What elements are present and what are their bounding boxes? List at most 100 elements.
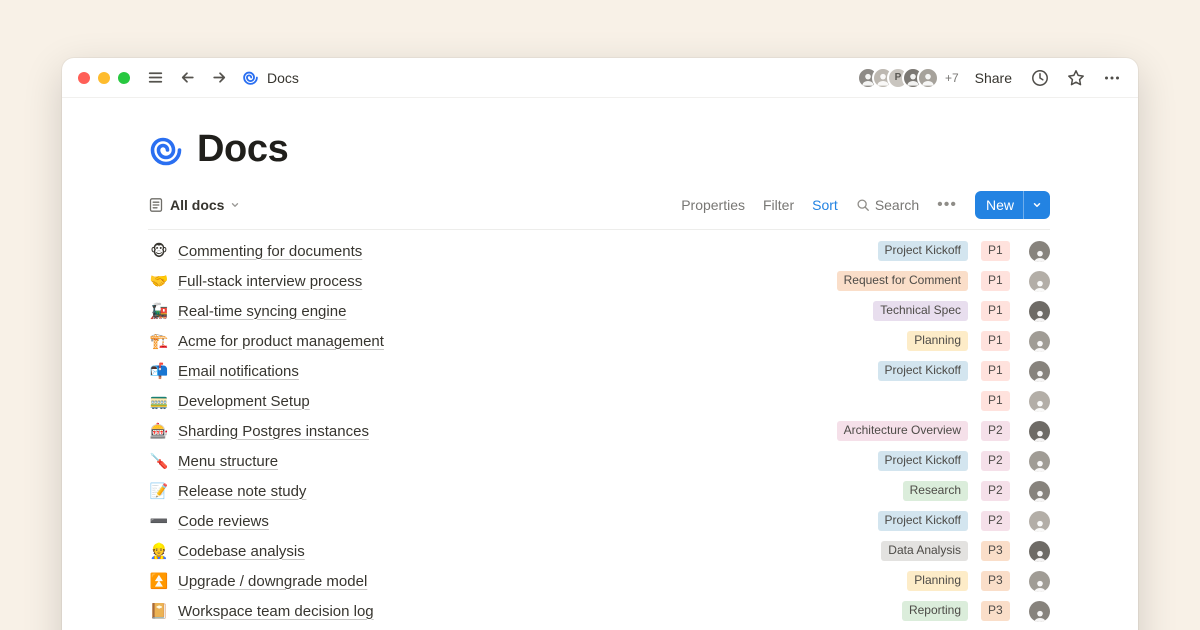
- doc-title[interactable]: Sharding Postgres instances: [178, 423, 369, 440]
- doc-priority-column: P2: [981, 421, 1017, 441]
- doc-emoji-icon: 📬: [148, 364, 170, 379]
- doc-title[interactable]: Real-time syncing engine: [178, 303, 346, 320]
- doc-row[interactable]: 🤝 Full-stack interview process Request f…: [148, 266, 1050, 296]
- doc-priority[interactable]: P3: [981, 601, 1010, 621]
- doc-list-icon: [148, 197, 164, 213]
- doc-avatar-column: [1029, 601, 1050, 622]
- doc-avatar-column: [1029, 571, 1050, 592]
- doc-tag-column: Request for Comment: [837, 271, 968, 291]
- assignee-avatar[interactable]: [1029, 361, 1050, 382]
- doc-priority[interactable]: P1: [981, 241, 1010, 261]
- window-controls: [78, 72, 130, 84]
- doc-priority[interactable]: P1: [981, 361, 1010, 381]
- doc-row[interactable]: 🪛 Menu structure Project Kickoff P2: [148, 446, 1050, 476]
- doc-row[interactable]: ➖ Code reviews Project Kickoff P2: [148, 506, 1050, 536]
- favorite-star-icon[interactable]: [1066, 68, 1086, 88]
- doc-tag[interactable]: Planning: [907, 571, 968, 591]
- user-avatar[interactable]: [917, 67, 939, 89]
- toolbar-menu: Properties Filter Sort Search ••• New: [681, 191, 1050, 219]
- doc-row[interactable]: 🎰 Sharding Postgres instances Architectu…: [148, 416, 1050, 446]
- doc-priority[interactable]: P2: [981, 481, 1010, 501]
- back-icon[interactable]: [178, 69, 196, 87]
- titlebar-avatar-stack[interactable]: P: [857, 67, 939, 89]
- doc-tag[interactable]: Project Kickoff: [878, 451, 968, 471]
- doc-tag[interactable]: Request for Comment: [837, 271, 968, 291]
- doc-emoji-icon: ➖: [148, 514, 170, 529]
- search-button[interactable]: Search: [856, 197, 919, 213]
- assignee-avatar[interactable]: [1029, 271, 1050, 292]
- titlebar-actions: P +7 Share: [857, 67, 1122, 89]
- doc-priority[interactable]: P1: [981, 331, 1010, 351]
- doc-title[interactable]: Commenting for documents: [178, 243, 362, 260]
- doc-priority[interactable]: P1: [981, 271, 1010, 291]
- doc-priority[interactable]: P3: [981, 571, 1010, 591]
- sidebar-menu-icon[interactable]: [146, 69, 164, 87]
- doc-row[interactable]: ⏫ Upgrade / downgrade model Planning P3: [148, 566, 1050, 596]
- assignee-avatar[interactable]: [1029, 571, 1050, 592]
- doc-row[interactable]: 🚃 Development Setup P1: [148, 386, 1050, 416]
- doc-title[interactable]: Full-stack interview process: [178, 273, 362, 290]
- doc-priority-column: P1: [981, 301, 1017, 321]
- toolbar-more-icon[interactable]: •••: [937, 197, 957, 213]
- assignee-avatar[interactable]: [1029, 451, 1050, 472]
- history-clock-icon[interactable]: [1030, 68, 1050, 88]
- doc-title[interactable]: Development Setup: [178, 393, 310, 410]
- doc-title[interactable]: Codebase analysis: [178, 543, 305, 560]
- minimize-window-button[interactable]: [98, 72, 110, 84]
- doc-title[interactable]: Code reviews: [178, 513, 269, 530]
- assignee-avatar[interactable]: [1029, 241, 1050, 262]
- sort-button[interactable]: Sort: [812, 197, 838, 213]
- filter-button[interactable]: Filter: [763, 197, 794, 213]
- assignee-avatar[interactable]: [1029, 511, 1050, 532]
- doc-tag-column: Architecture Overview: [837, 421, 968, 441]
- doc-tag[interactable]: Reporting: [902, 601, 968, 621]
- doc-tag[interactable]: Research: [903, 481, 968, 501]
- doc-tag[interactable]: Data Analysis: [881, 541, 968, 561]
- doc-row[interactable]: 📔 Workspace team decision log Reporting …: [148, 596, 1050, 626]
- assignee-avatar[interactable]: [1029, 391, 1050, 412]
- doc-row[interactable]: 👷 Codebase analysis Data Analysis P3: [148, 536, 1050, 566]
- share-button[interactable]: Share: [975, 70, 1012, 86]
- zoom-window-button[interactable]: [118, 72, 130, 84]
- doc-row[interactable]: 🚂 Real-time syncing engine Technical Spe…: [148, 296, 1050, 326]
- doc-tag[interactable]: Project Kickoff: [878, 361, 968, 381]
- forward-icon[interactable]: [210, 69, 228, 87]
- doc-priority[interactable]: P2: [981, 511, 1010, 531]
- doc-tag[interactable]: Architecture Overview: [837, 421, 968, 441]
- assignee-avatar[interactable]: [1029, 601, 1050, 622]
- doc-row[interactable]: 🐵 Commenting for documents Project Kicko…: [148, 236, 1050, 266]
- new-button[interactable]: New: [975, 191, 1050, 219]
- doc-priority-column: P2: [981, 451, 1017, 471]
- doc-title[interactable]: Release note study: [178, 483, 306, 500]
- doc-title[interactable]: Menu structure: [178, 453, 278, 470]
- doc-tag[interactable]: Technical Spec: [873, 301, 968, 321]
- doc-priority[interactable]: P1: [981, 301, 1010, 321]
- assignee-avatar[interactable]: [1029, 541, 1050, 562]
- doc-row[interactable]: 🐤 Performance feedback Research P3: [148, 626, 1050, 630]
- doc-avatar-column: [1029, 361, 1050, 382]
- doc-row[interactable]: 📝 Release note study Research P2: [148, 476, 1050, 506]
- doc-title[interactable]: Upgrade / downgrade model: [178, 573, 367, 590]
- assignee-avatar[interactable]: [1029, 421, 1050, 442]
- doc-priority[interactable]: P2: [981, 421, 1010, 441]
- more-options-icon[interactable]: [1102, 68, 1122, 88]
- properties-button[interactable]: Properties: [681, 197, 745, 213]
- doc-row[interactable]: 🏗️ Acme for product management Planning …: [148, 326, 1050, 356]
- doc-tag[interactable]: Project Kickoff: [878, 511, 968, 531]
- close-window-button[interactable]: [78, 72, 90, 84]
- doc-tag[interactable]: Project Kickoff: [878, 241, 968, 261]
- doc-title[interactable]: Email notifications: [178, 363, 299, 380]
- assignee-avatar[interactable]: [1029, 481, 1050, 502]
- assignee-avatar[interactable]: [1029, 301, 1050, 322]
- new-dropdown-icon[interactable]: [1024, 200, 1050, 210]
- doc-title[interactable]: Acme for product management: [178, 333, 384, 350]
- view-switcher[interactable]: All docs: [148, 197, 240, 213]
- doc-priority[interactable]: P3: [981, 541, 1010, 561]
- doc-priority[interactable]: P2: [981, 451, 1010, 471]
- doc-tag[interactable]: Planning: [907, 331, 968, 351]
- doc-row[interactable]: 📬 Email notifications Project Kickoff P1: [148, 356, 1050, 386]
- assignee-avatar[interactable]: [1029, 331, 1050, 352]
- doc-priority[interactable]: P1: [981, 391, 1010, 411]
- doc-title[interactable]: Workspace team decision log: [178, 603, 374, 620]
- doc-priority-column: P1: [981, 241, 1017, 261]
